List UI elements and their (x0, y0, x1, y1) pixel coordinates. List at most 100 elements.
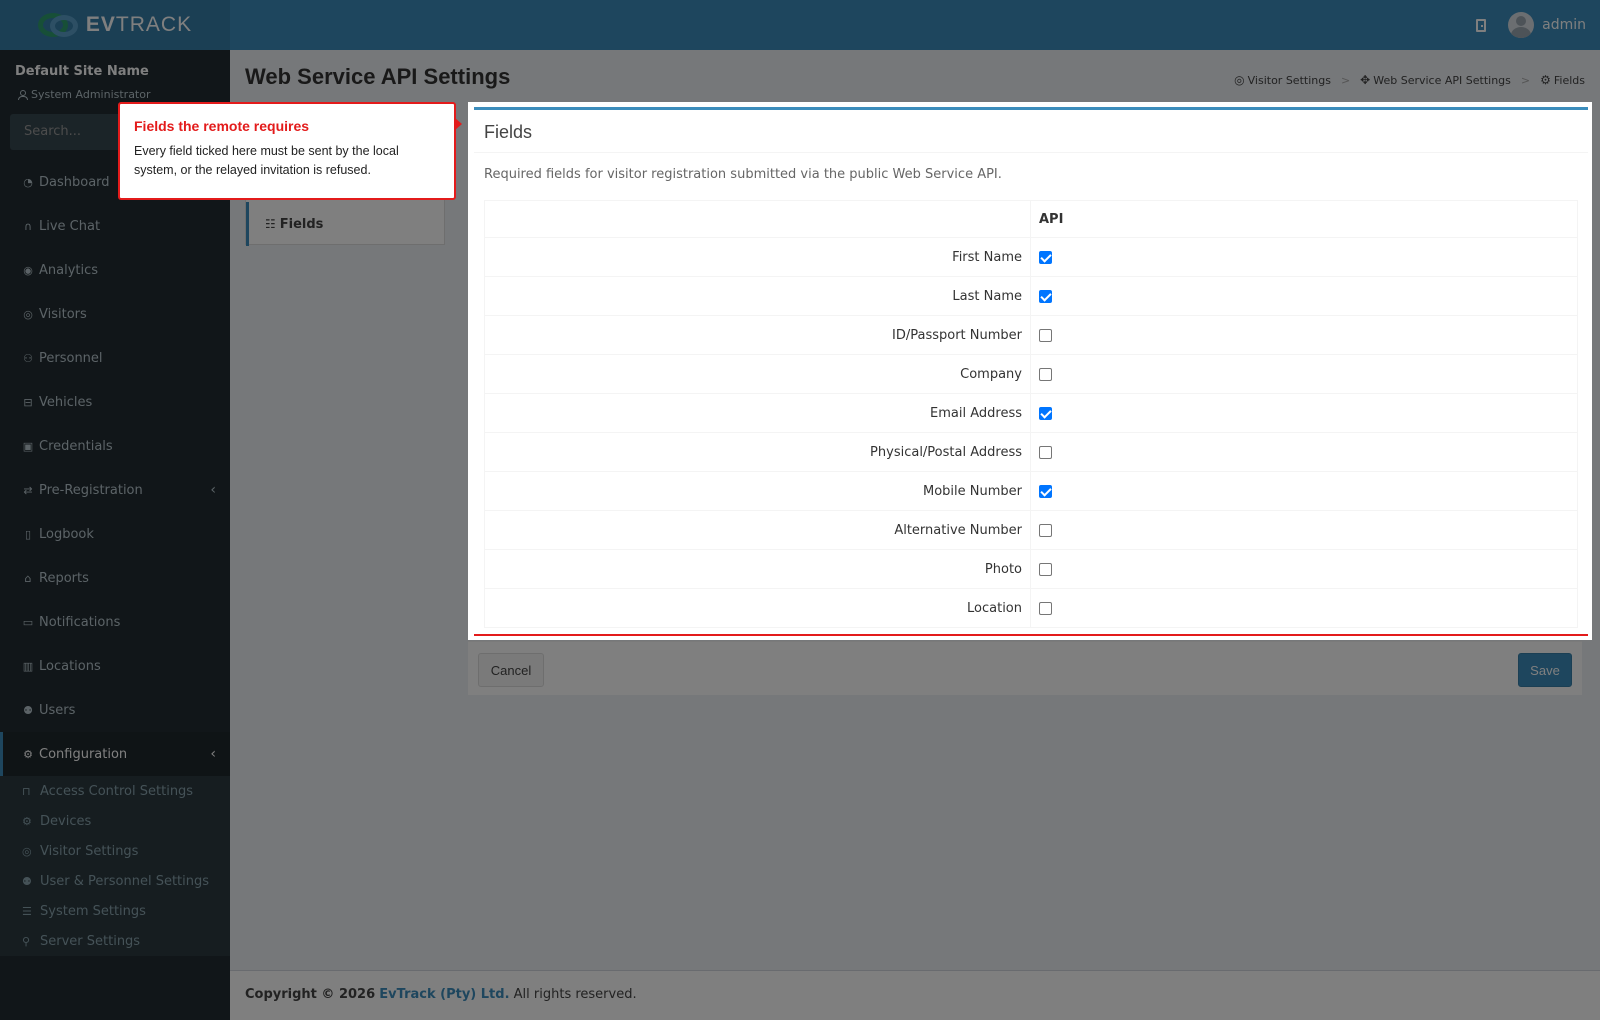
user-menu[interactable]: admin (1508, 12, 1586, 38)
submenu-visitor-settings[interactable]: ◎ Visitor Settings (0, 836, 230, 866)
tooltip-title: Fields the remote requires (134, 118, 310, 134)
table-row: First Name (484, 237, 1578, 277)
submenu-server-settings[interactable]: ⚲ Server Settings (0, 926, 230, 956)
sidebar-item-reports[interactable]: ⌂ Reports (0, 556, 230, 600)
sidebar-item-live-chat[interactable]: ∩ Live Chat (0, 204, 230, 248)
field-checkbox-cell (1030, 237, 1578, 277)
field-label: Mobile Number (484, 471, 1031, 511)
field-label: Last Name (484, 276, 1031, 316)
api-required-checkbox[interactable] (1039, 562, 1052, 576)
sidebar-item-credentials[interactable]: ▣ Credentials (0, 424, 230, 468)
sidebar-item-pre-registration[interactable]: ⇄ Pre-Registration ‹ (0, 468, 230, 512)
field-label: Photo (484, 549, 1031, 589)
sidebar-item-personnel[interactable]: ⚇ Personnel (0, 336, 230, 380)
table-row: Physical/Postal Address (484, 432, 1578, 472)
cancel-button[interactable]: Cancel (478, 653, 544, 687)
tour-tooltip: Fields the remote requires Every field t… (118, 102, 462, 200)
page-footer: Copyright © 2026 EvTrack (Pty) Ltd. All … (230, 970, 1600, 1020)
server-icon: ⚲ (22, 934, 31, 948)
logo-mark-icon (37, 11, 80, 39)
api-required-checkbox[interactable] (1039, 601, 1052, 615)
sidebar-item-analytics[interactable]: ◉ Analytics (0, 248, 230, 292)
car-icon: ⊟ (23, 395, 33, 409)
submenu-access-control-settings[interactable]: ⊓ Access Control Settings (0, 776, 230, 806)
fields-box-description: Required fields for visitor registration… (484, 167, 1002, 182)
table-row: Email Address (484, 393, 1578, 433)
tab-fields[interactable]: ☷ Fields (246, 202, 446, 246)
tooltip-body: Every field ticked here must be sent by … (134, 144, 399, 177)
user-role: System Administrator (18, 88, 151, 101)
sidebar-item-visitors[interactable]: ◎ Visitors (0, 292, 230, 336)
submenu-devices[interactable]: ⚙ Devices (0, 806, 230, 836)
users-icon: ⚉ (22, 874, 32, 888)
field-label: ID/Passport Number (484, 315, 1031, 355)
sidebar-item-logbook[interactable]: ▯ Logbook (0, 512, 230, 556)
sidebar-item-locations[interactable]: ▥ Locations (0, 644, 230, 688)
field-checkbox-cell (1030, 510, 1578, 550)
api-required-checkbox[interactable] (1039, 367, 1052, 381)
sidebar-item-vehicles[interactable]: ⊟ Vehicles (0, 380, 230, 424)
checklist-icon: ☷ (265, 217, 276, 231)
spotlight-underline (474, 634, 1588, 636)
breadcrumb-separator: > (1340, 73, 1351, 87)
api-required-checkbox[interactable] (1039, 484, 1052, 498)
table-header-blank (484, 200, 1031, 238)
sidebar-item-users[interactable]: ⚉ Users (0, 688, 230, 732)
breadcrumb-visitor-settings[interactable]: ◎ Visitor Settings (1234, 73, 1331, 87)
table-row: Company (484, 354, 1578, 394)
table-row: ID/Passport Number (484, 315, 1578, 355)
breadcrumb: ◎ Visitor Settings > ✥ Web Service API Set… (1234, 73, 1585, 87)
breadcrumb-fields: ⚙ Fields (1540, 73, 1585, 87)
site-name: Default Site Name (15, 64, 149, 79)
page-title: Web Service API Settings (245, 64, 511, 89)
top-header: EVTRACK admin (0, 0, 1600, 50)
gear-icon: ⚙ (1540, 73, 1551, 87)
sidebar-item-configuration[interactable]: ⚙ Configuration ‹ (0, 732, 230, 776)
chat-icon: ▭ (22, 615, 34, 629)
sidebar-nav: ◔ Dashboard ∩ Live Chat ◉ Analytics ◎ Visito… (0, 160, 230, 956)
headset-icon: ∩ (23, 219, 33, 233)
submenu-user-personnel-settings[interactable]: ⚉ User & Personnel Settings (0, 866, 230, 896)
field-label: Location (484, 588, 1031, 628)
logo[interactable]: EVTRACK (0, 0, 230, 50)
sliders-icon: ☰ (22, 904, 32, 918)
sidebar-item-notifications[interactable]: ▭ Notifications (0, 600, 230, 644)
save-button[interactable]: Save (1518, 653, 1572, 687)
api-required-checkbox[interactable] (1039, 445, 1052, 459)
avatar (1508, 12, 1535, 38)
breadcrumb-web-service-api-settings[interactable]: ✥ Web Service API Settings (1360, 73, 1511, 87)
api-required-checkbox[interactable] (1039, 328, 1052, 342)
company-link[interactable]: EvTrack (Pty) Ltd. (379, 987, 509, 1002)
chevron-left-icon: ‹ (210, 746, 216, 762)
map-icon: ▥ (22, 659, 34, 673)
api-required-checkbox[interactable] (1039, 523, 1052, 537)
api-required-checkbox[interactable] (1039, 289, 1052, 303)
devices-icon: ⚙ (22, 814, 32, 828)
api-required-checkbox[interactable] (1039, 250, 1052, 264)
table-row: Photo (484, 549, 1578, 589)
move-icon: ✥ (1360, 73, 1371, 87)
table-row: Last Name (484, 276, 1578, 316)
field-label: Company (484, 354, 1031, 394)
form-actions: Cancel Save (468, 641, 1582, 695)
id-card-icon: ▣ (22, 439, 34, 453)
table-row: Location (484, 588, 1578, 628)
analytics-icon: ◉ (23, 263, 33, 277)
fields-table: API First Name Last Name ID/Passport Numbe… (484, 200, 1578, 628)
personnel-icon: ⚇ (23, 351, 33, 365)
field-checkbox-cell (1030, 315, 1578, 355)
user-name: admin (1542, 17, 1586, 33)
field-checkbox-cell (1030, 588, 1578, 628)
lock-icon: ⊓ (22, 784, 31, 798)
user-icon (18, 90, 28, 100)
breadcrumb-separator: > (1520, 73, 1531, 87)
configuration-submenu: ⊓ Access Control Settings ⚙ Devices ◎ Visit… (0, 776, 230, 956)
api-required-checkbox[interactable] (1039, 406, 1052, 420)
gear-icon: ⚙ (23, 747, 33, 761)
submenu-system-settings[interactable]: ☰ System Settings (0, 896, 230, 926)
spotlight-fields-box: Fields Required fields for visitor regis… (468, 102, 1592, 640)
door-icon[interactable] (1476, 18, 1487, 32)
field-checkbox-cell (1030, 276, 1578, 316)
table-header-api: API (1030, 200, 1578, 238)
field-checkbox-cell (1030, 354, 1578, 394)
